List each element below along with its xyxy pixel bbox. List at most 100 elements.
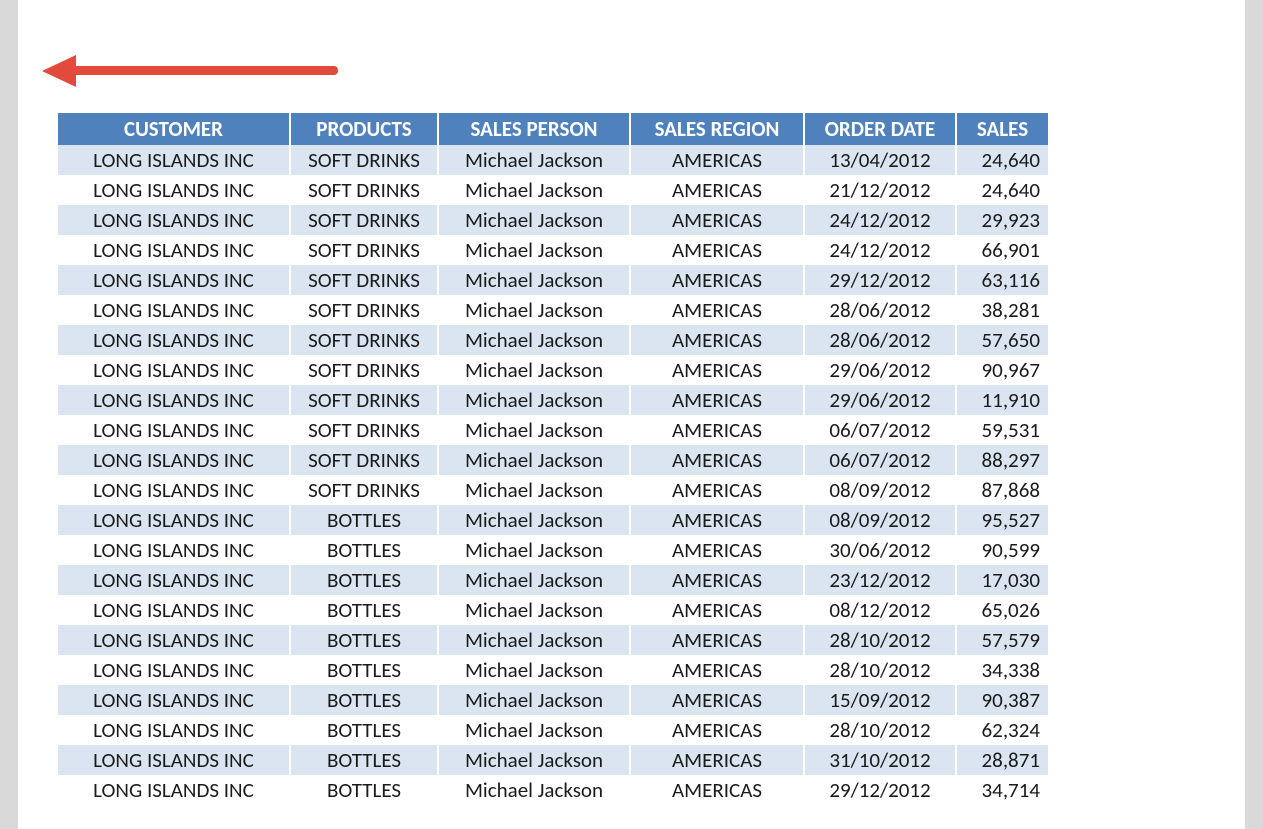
header-order-date: ORDER DATE xyxy=(804,113,956,145)
table-row: LONG ISLANDS INCSOFT DRINKSMichael Jacks… xyxy=(58,475,1048,505)
cell-customer: LONG ISLANDS INC xyxy=(58,235,290,265)
cell-person: Michael Jackson xyxy=(438,655,630,685)
table-row: LONG ISLANDS INCSOFT DRINKSMichael Jacks… xyxy=(58,295,1048,325)
cell-region: AMERICAS xyxy=(630,385,804,415)
cell-product: SOFT DRINKS xyxy=(290,175,438,205)
cell-product: SOFT DRINKS xyxy=(290,295,438,325)
cell-customer: LONG ISLANDS INC xyxy=(58,505,290,535)
cell-person: Michael Jackson xyxy=(438,595,630,625)
cell-sales: 90,967 xyxy=(956,355,1048,385)
table-row: LONG ISLANDS INCSOFT DRINKSMichael Jacks… xyxy=(58,205,1048,235)
cell-person: Michael Jackson xyxy=(438,325,630,355)
cell-region: AMERICAS xyxy=(630,145,804,175)
cell-region: AMERICAS xyxy=(630,595,804,625)
cell-date: 21/12/2012 xyxy=(804,175,956,205)
table-row: LONG ISLANDS INCBOTTLESMichael JacksonAM… xyxy=(58,595,1048,625)
cell-person: Michael Jackson xyxy=(438,415,630,445)
cell-region: AMERICAS xyxy=(630,685,804,715)
cell-sales: 34,714 xyxy=(956,775,1048,805)
cell-product: BOTTLES xyxy=(290,745,438,775)
table-row: LONG ISLANDS INCSOFT DRINKSMichael Jacks… xyxy=(58,145,1048,175)
table-row: LONG ISLANDS INCSOFT DRINKSMichael Jacks… xyxy=(58,445,1048,475)
cell-product: BOTTLES xyxy=(290,505,438,535)
cell-customer: LONG ISLANDS INC xyxy=(58,565,290,595)
cell-person: Michael Jackson xyxy=(438,475,630,505)
cell-sales: 34,338 xyxy=(956,655,1048,685)
cell-customer: LONG ISLANDS INC xyxy=(58,475,290,505)
sales-table-container: CUSTOMER PRODUCTS SALES PERSON SALES REG… xyxy=(58,113,1048,805)
cell-person: Michael Jackson xyxy=(438,175,630,205)
table-row: LONG ISLANDS INCSOFT DRINKSMichael Jacks… xyxy=(58,415,1048,445)
cell-date: 06/07/2012 xyxy=(804,445,956,475)
cell-sales: 87,868 xyxy=(956,475,1048,505)
cell-region: AMERICAS xyxy=(630,235,804,265)
cell-product: SOFT DRINKS xyxy=(290,325,438,355)
cell-person: Michael Jackson xyxy=(438,385,630,415)
table-row: LONG ISLANDS INCBOTTLESMichael JacksonAM… xyxy=(58,775,1048,805)
cell-date: 31/10/2012 xyxy=(804,745,956,775)
cell-customer: LONG ISLANDS INC xyxy=(58,325,290,355)
cell-customer: LONG ISLANDS INC xyxy=(58,145,290,175)
cell-sales: 63,116 xyxy=(956,265,1048,295)
cell-date: 08/09/2012 xyxy=(804,475,956,505)
table-row: LONG ISLANDS INCBOTTLESMichael JacksonAM… xyxy=(58,655,1048,685)
cell-sales: 38,281 xyxy=(956,295,1048,325)
cell-customer: LONG ISLANDS INC xyxy=(58,595,290,625)
cell-sales: 29,923 xyxy=(956,205,1048,235)
cell-region: AMERICAS xyxy=(630,205,804,235)
cell-customer: LONG ISLANDS INC xyxy=(58,655,290,685)
cell-region: AMERICAS xyxy=(630,655,804,685)
table-row: LONG ISLANDS INCBOTTLESMichael JacksonAM… xyxy=(58,505,1048,535)
cell-region: AMERICAS xyxy=(630,505,804,535)
header-products: PRODUCTS xyxy=(290,113,438,145)
cell-region: AMERICAS xyxy=(630,445,804,475)
cell-date: 08/09/2012 xyxy=(804,505,956,535)
cell-region: AMERICAS xyxy=(630,325,804,355)
table-header-row: CUSTOMER PRODUCTS SALES PERSON SALES REG… xyxy=(58,113,1048,145)
cell-sales: 90,387 xyxy=(956,685,1048,715)
cell-date: 24/12/2012 xyxy=(804,205,956,235)
cell-product: SOFT DRINKS xyxy=(290,205,438,235)
cell-region: AMERICAS xyxy=(630,535,804,565)
cell-region: AMERICAS xyxy=(630,775,804,805)
cell-sales: 88,297 xyxy=(956,445,1048,475)
table-row: LONG ISLANDS INCBOTTLESMichael JacksonAM… xyxy=(58,685,1048,715)
cell-person: Michael Jackson xyxy=(438,265,630,295)
table-row: LONG ISLANDS INCBOTTLESMichael JacksonAM… xyxy=(58,745,1048,775)
cell-sales: 57,650 xyxy=(956,325,1048,355)
cell-date: 29/12/2012 xyxy=(804,265,956,295)
table-row: LONG ISLANDS INCSOFT DRINKSMichael Jacks… xyxy=(58,265,1048,295)
cell-customer: LONG ISLANDS INC xyxy=(58,355,290,385)
cell-product: BOTTLES xyxy=(290,625,438,655)
cell-product: SOFT DRINKS xyxy=(290,475,438,505)
cell-product: BOTTLES xyxy=(290,685,438,715)
table-row: LONG ISLANDS INCBOTTLESMichael JacksonAM… xyxy=(58,715,1048,745)
cell-region: AMERICAS xyxy=(630,295,804,325)
cell-product: SOFT DRINKS xyxy=(290,415,438,445)
cell-date: 23/12/2012 xyxy=(804,565,956,595)
cell-date: 29/06/2012 xyxy=(804,355,956,385)
cell-person: Michael Jackson xyxy=(438,445,630,475)
cell-customer: LONG ISLANDS INC xyxy=(58,775,290,805)
cell-region: AMERICAS xyxy=(630,265,804,295)
cell-customer: LONG ISLANDS INC xyxy=(58,385,290,415)
cell-customer: LONG ISLANDS INC xyxy=(58,445,290,475)
document-page: CUSTOMER PRODUCTS SALES PERSON SALES REG… xyxy=(18,0,1245,829)
cell-product: BOTTLES xyxy=(290,715,438,745)
cell-region: AMERICAS xyxy=(630,175,804,205)
cell-product: BOTTLES xyxy=(290,655,438,685)
cell-person: Michael Jackson xyxy=(438,355,630,385)
cell-sales: 90,599 xyxy=(956,535,1048,565)
cell-customer: LONG ISLANDS INC xyxy=(58,415,290,445)
cell-customer: LONG ISLANDS INC xyxy=(58,535,290,565)
cell-customer: LONG ISLANDS INC xyxy=(58,265,290,295)
cell-sales: 24,640 xyxy=(956,175,1048,205)
cell-sales: 17,030 xyxy=(956,565,1048,595)
cell-region: AMERICAS xyxy=(630,415,804,445)
cell-product: SOFT DRINKS xyxy=(290,385,438,415)
table-row: LONG ISLANDS INCBOTTLESMichael JacksonAM… xyxy=(58,565,1048,595)
cell-date: 13/04/2012 xyxy=(804,145,956,175)
table-row: LONG ISLANDS INCBOTTLESMichael JacksonAM… xyxy=(58,625,1048,655)
cell-person: Michael Jackson xyxy=(438,625,630,655)
cell-product: BOTTLES xyxy=(290,595,438,625)
